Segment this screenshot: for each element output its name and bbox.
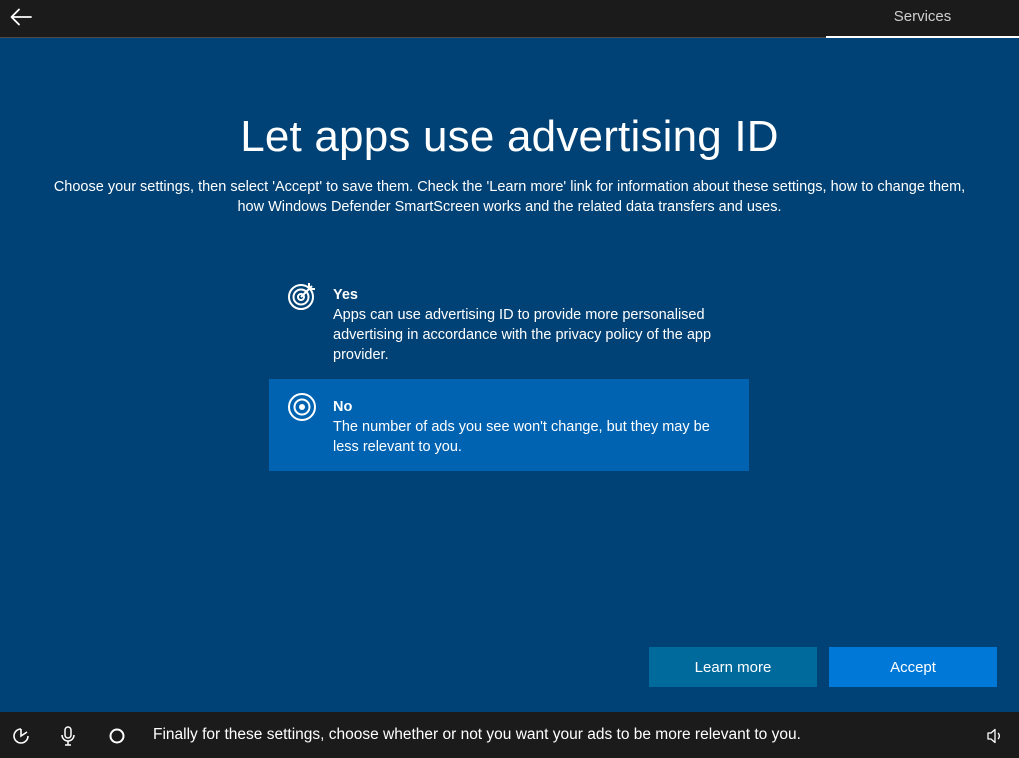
option-no-title: No: [333, 399, 353, 415]
ease-of-access-button[interactable]: [10, 725, 32, 747]
target-with-arrow-icon: [288, 283, 315, 310]
page-title: Let apps use advertising ID: [240, 112, 779, 161]
page-subtitle: Choose your settings, then select 'Accep…: [53, 179, 966, 215]
cortana-circle-icon: [109, 728, 125, 744]
cortana-button[interactable]: [106, 725, 128, 747]
option-yes-description: Apps can use advertising ID to provide m…: [333, 307, 712, 363]
learn-more-button[interactable]: Learn more: [649, 647, 817, 687]
option-no[interactable]: No The number of ads you see won't chang…: [269, 379, 749, 471]
option-yes-title: Yes: [333, 287, 358, 303]
back-button[interactable]: [6, 4, 36, 30]
oobe-screen: Services Let apps use advertising ID Cho…: [0, 0, 1019, 758]
back-arrow-icon: [10, 8, 32, 26]
narrator-caption: Finally for these settings, choose wheth…: [153, 726, 801, 743]
step-tab-services: Services: [893, 7, 952, 25]
option-yes[interactable]: Yes Apps can use advertising ID to provi…: [269, 278, 749, 370]
target-icon: [288, 393, 316, 421]
volume-icon: [987, 728, 1000, 744]
microphone-button[interactable]: [57, 725, 79, 747]
accept-button[interactable]: Accept: [829, 647, 997, 687]
option-no-description: The number of ads you see won't change, …: [333, 419, 710, 455]
volume-button[interactable]: [984, 725, 1006, 747]
step-tab-indicator: [826, 36, 1019, 38]
top-bar: Services: [0, 0, 1019, 38]
ease-of-access-icon: [13, 728, 29, 744]
bottom-bar: Finally for these settings, choose wheth…: [0, 712, 1019, 758]
microphone-icon: [61, 726, 75, 746]
